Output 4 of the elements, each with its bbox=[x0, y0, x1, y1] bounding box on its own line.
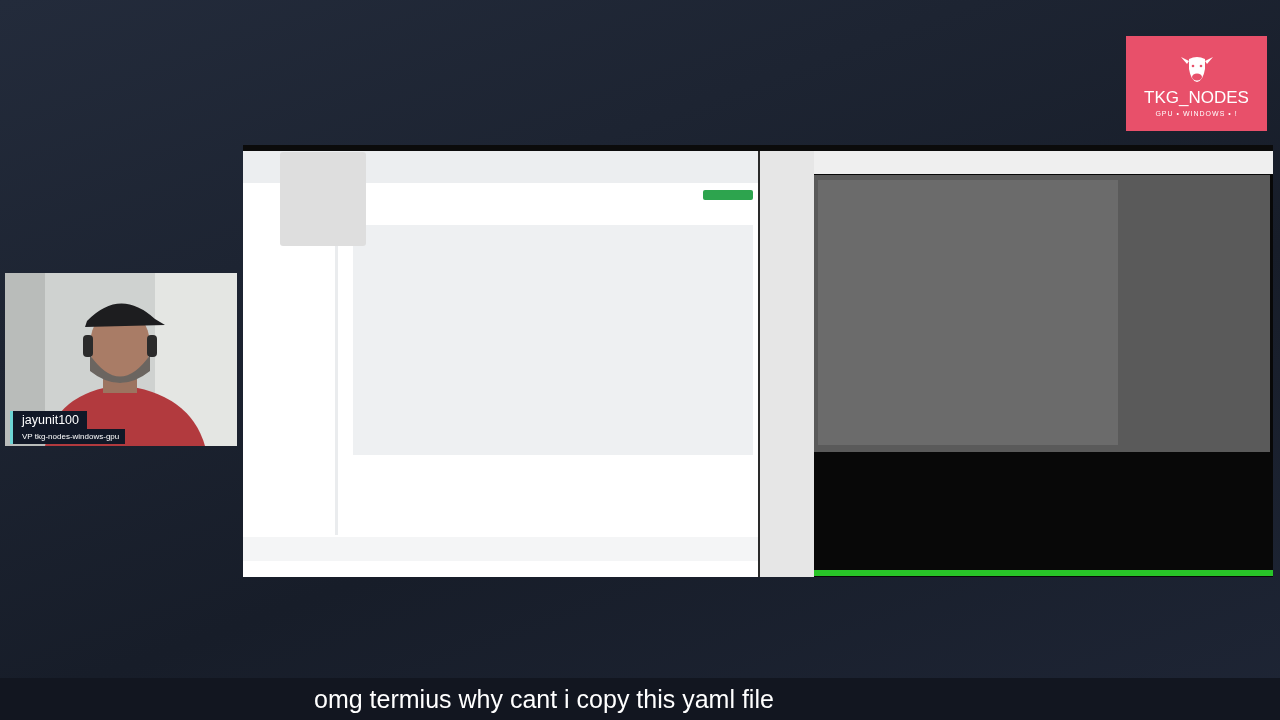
presenter-name: jayunit100 bbox=[10, 411, 87, 429]
caption: omg termius why cant i copy this yaml file bbox=[314, 684, 774, 714]
presenter-title: VP tkg-nodes-windows-gpu bbox=[10, 429, 126, 444]
logo-title: TKG_NODES bbox=[1144, 87, 1249, 108]
